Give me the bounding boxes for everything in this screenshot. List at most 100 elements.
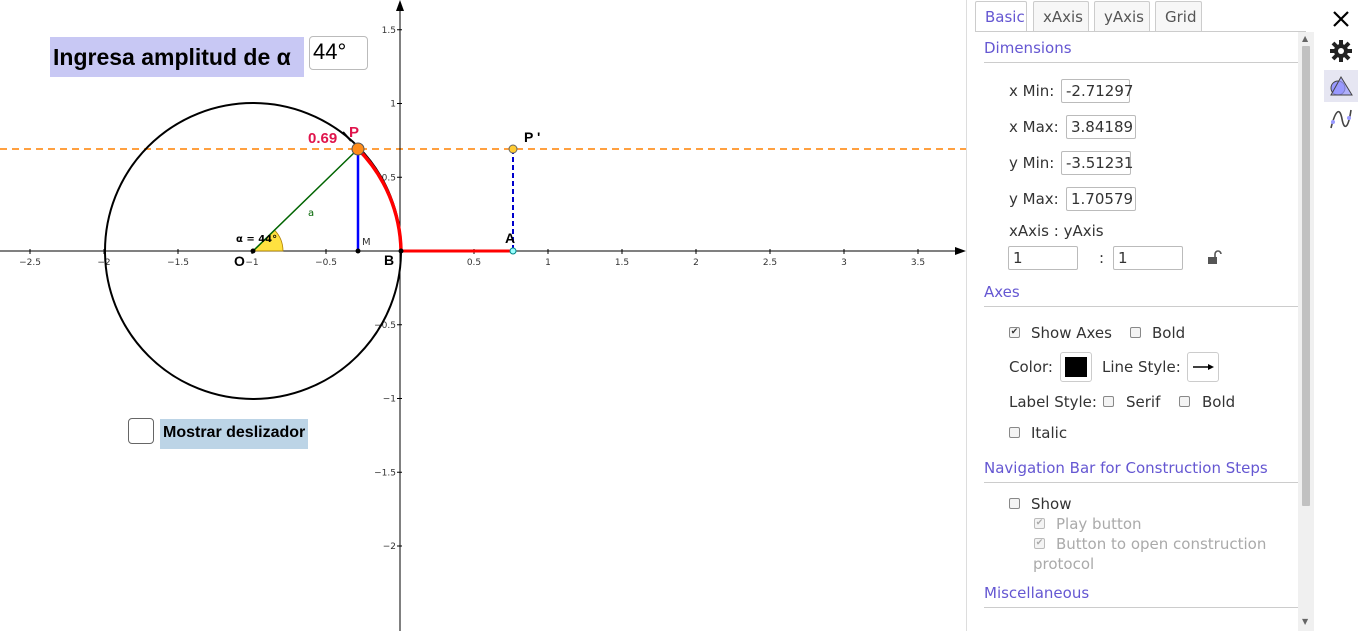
- point-m[interactable]: [355, 248, 361, 254]
- ratio-separator: :: [1099, 249, 1105, 267]
- y-max-input[interactable]: 1.70579: [1066, 187, 1136, 211]
- gear-icon[interactable]: [1328, 38, 1354, 64]
- line-style-label: Line Style:: [1102, 358, 1181, 376]
- dimensions-rule: [984, 62, 1298, 63]
- graphics-view[interactable]: −2.5 −2 −1.5 −1 −0.5 0.5 1 1.5 2 2.5 3 3.5 1.5 1 0.5 −0…: [0, 0, 966, 631]
- axes-rule: [984, 306, 1298, 307]
- right-toolbar: [1320, 0, 1360, 631]
- misc-title: Miscellaneous: [984, 584, 1090, 602]
- x-tick-label: −2.5: [19, 258, 41, 268]
- y-tick-label: −1.5: [374, 468, 396, 478]
- angle-input-label: Ingresa amplitud de α: [50, 37, 304, 77]
- play-button-checkbox[interactable]: ✔: [1034, 518, 1045, 529]
- angle-label: α = 44°: [236, 234, 277, 245]
- open-protocol-label: Button to open construction: [1056, 535, 1267, 553]
- y-tick-label: 1: [390, 100, 396, 110]
- point-m-label: M: [362, 237, 371, 248]
- point-a-label: A: [505, 230, 515, 246]
- ratio-x-input[interactable]: 1: [1008, 246, 1078, 270]
- x-tick-label: −2: [97, 258, 110, 268]
- scroll-down-icon[interactable]: ▼: [1302, 617, 1308, 626]
- slider-checkbox-label[interactable]: Mostrar deslizador: [160, 419, 308, 449]
- settings-scroll-area[interactable]: Dimensions x Min: -2.71297 x Max: 3.8418…: [975, 32, 1306, 631]
- arrow-line-icon: [1193, 364, 1214, 370]
- bold-axes-checkbox[interactable]: [1130, 327, 1141, 338]
- label-bold-label: Bold: [1202, 393, 1236, 411]
- play-button-label: Play button: [1056, 515, 1142, 533]
- tab-basic[interactable]: Basic: [975, 1, 1027, 32]
- x-min-input[interactable]: -2.71297: [1061, 79, 1133, 103]
- x-min-label: x Min:: [1009, 82, 1055, 100]
- serif-label: Serif: [1126, 393, 1161, 411]
- ratio-y-input[interactable]: 1: [1113, 246, 1183, 270]
- point-a[interactable]: [509, 247, 517, 255]
- axis-color-label: Color:: [1009, 358, 1053, 376]
- dimensions-title: Dimensions: [984, 39, 1072, 57]
- geometry-view-icon: [1330, 76, 1353, 96]
- axis-color-button[interactable]: [1060, 352, 1092, 382]
- panel-scrollbar[interactable]: ▲ ▼: [1298, 32, 1314, 631]
- x-tick-label: −1: [245, 258, 258, 268]
- tab-xaxis[interactable]: xAxis: [1033, 1, 1089, 32]
- y-tick-label: −2: [383, 542, 396, 552]
- label-style-label: Label Style:: [1009, 393, 1097, 411]
- angle-input[interactable]: 44°: [309, 36, 368, 70]
- close-icon[interactable]: [1328, 6, 1354, 32]
- x-tick-label: 1.5: [615, 258, 629, 268]
- y-tick-label: 1.5: [382, 26, 396, 36]
- graph-view-icon[interactable]: [1328, 106, 1354, 132]
- value-label: 0.69: [308, 130, 337, 147]
- y-axis-arrow: [396, 0, 404, 11]
- x-max-label: x Max:: [1009, 118, 1059, 136]
- x-tick-label: 3: [841, 258, 847, 268]
- open-protocol-checkbox[interactable]: ✔: [1034, 538, 1045, 549]
- label-bold-checkbox[interactable]: [1179, 396, 1190, 407]
- misc-rule: [984, 607, 1298, 608]
- italic-checkbox[interactable]: [1009, 427, 1020, 438]
- point-pprime-label: P ': [524, 129, 540, 145]
- show-nav-label: Show: [1031, 495, 1072, 513]
- show-nav-checkbox[interactable]: [1009, 498, 1020, 509]
- y-max-label: y Max:: [1009, 190, 1059, 208]
- slider-checkbox[interactable]: [128, 418, 154, 444]
- tab-grid[interactable]: Grid: [1155, 1, 1202, 32]
- point-b-label: B: [384, 252, 394, 268]
- tab-yaxis[interactable]: yAxis: [1094, 1, 1150, 32]
- y-tick-label: −1: [383, 395, 396, 405]
- x-tick-label: 0.5: [467, 258, 481, 268]
- italic-label: Italic: [1031, 424, 1068, 442]
- red-arc: [356, 147, 403, 252]
- point-pprime[interactable]: [508, 144, 518, 154]
- geometry-view-button[interactable]: [1324, 70, 1358, 102]
- scroll-up-icon[interactable]: ▲: [1302, 34, 1308, 43]
- x-axis-arrow: [955, 247, 966, 255]
- axis-color-swatch: [1065, 357, 1087, 377]
- scroll-thumb[interactable]: [1302, 46, 1310, 506]
- nav-bar-title: Navigation Bar for Construction Steps: [984, 459, 1268, 477]
- open-protocol-label-cont: protocol: [1033, 555, 1095, 573]
- show-axes-label: Show Axes: [1031, 324, 1112, 342]
- bold-axes-label: Bold: [1152, 324, 1186, 342]
- point-p[interactable]: [351, 142, 365, 156]
- x-max-input[interactable]: 3.84189: [1066, 115, 1136, 139]
- x-tick-label: 2: [693, 258, 699, 268]
- serif-checkbox[interactable]: [1103, 396, 1114, 407]
- y-min-label: y Min:: [1009, 154, 1055, 172]
- x-tick-label: 2.5: [763, 258, 777, 268]
- y-tick-label: −0.5: [374, 321, 396, 331]
- axis-ticks: −2.5 −2 −1.5 −1 −0.5 0.5 1 1.5 2 2.5 3 3.51.510.5−0…: [19, 26, 925, 552]
- settings-panel: Basic xAxis yAxis Grid Dimensions x Min:…: [966, 0, 1320, 631]
- unlock-icon[interactable]: [1206, 249, 1222, 265]
- x-tick-label: 3.5: [911, 258, 925, 268]
- point-b[interactable]: [398, 248, 404, 254]
- line-style-button[interactable]: [1187, 352, 1219, 382]
- graphics-canvas[interactable]: −2.5 −2 −1.5 −1 −0.5 0.5 1 1.5 2 2.5 3 3.51.510.5−0…: [0, 0, 966, 631]
- y-min-input[interactable]: -3.51231: [1061, 151, 1133, 175]
- point-o[interactable]: [250, 248, 256, 254]
- x-tick-label: −1.5: [167, 258, 189, 268]
- x-tick-label: −0.5: [315, 258, 337, 268]
- axes-title: Axes: [984, 283, 1020, 301]
- point-o-label: O: [234, 253, 245, 269]
- show-axes-checkbox[interactable]: ✔: [1009, 327, 1020, 338]
- axis-ratio-label: xAxis : yAxis: [1009, 222, 1104, 240]
